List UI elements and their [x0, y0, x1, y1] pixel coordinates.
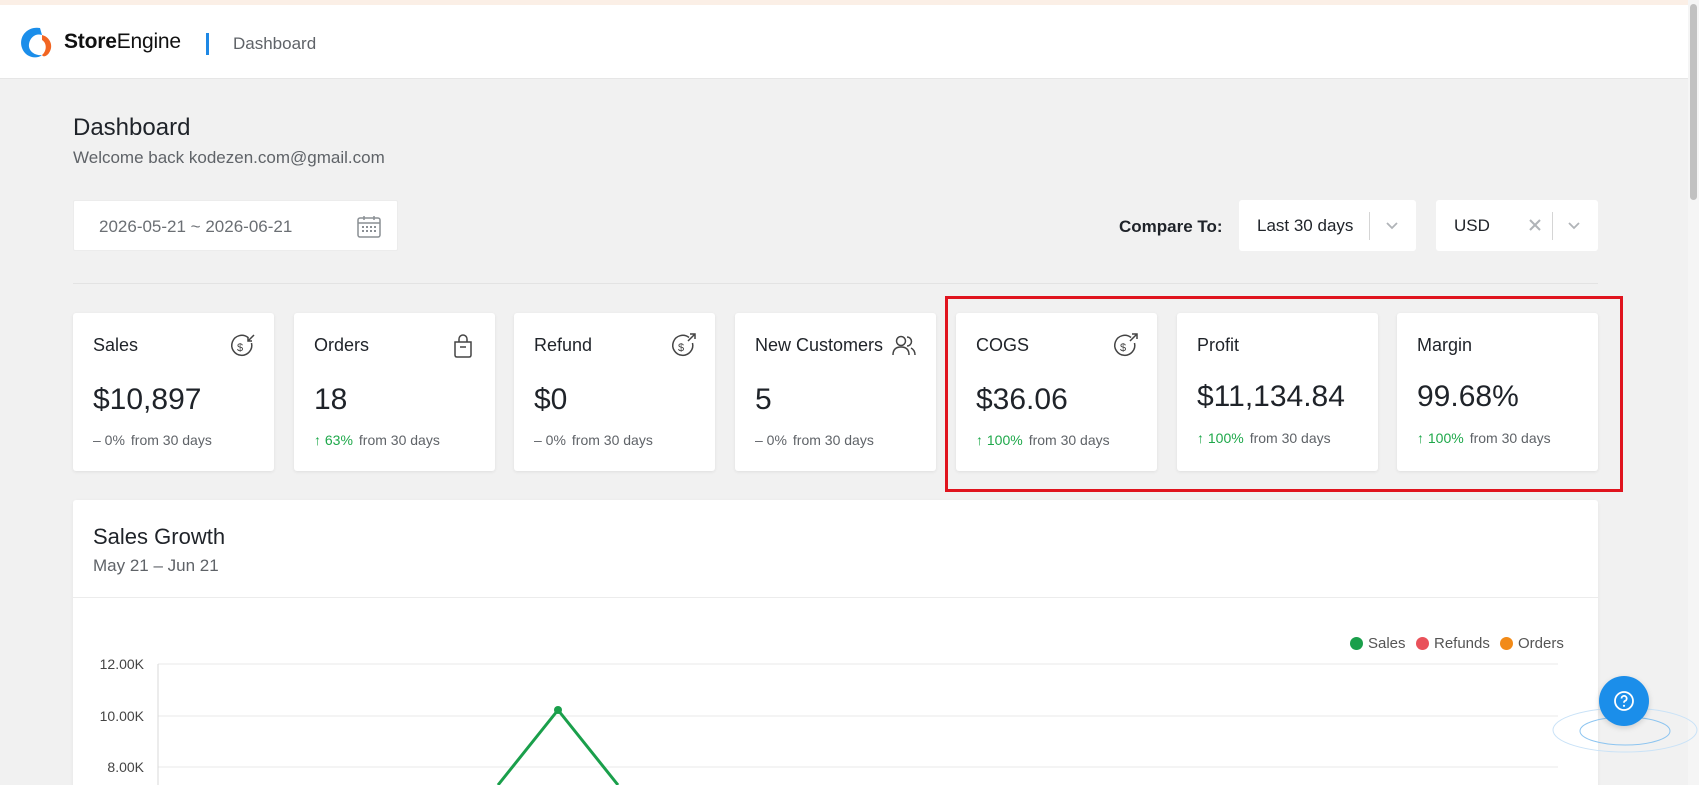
calendar-icon[interactable]: [356, 214, 382, 240]
svg-text:$: $: [678, 342, 684, 354]
header-divider: [206, 33, 209, 55]
card-value: $0: [534, 383, 568, 416]
storeengine-logo-icon[interactable]: [16, 24, 56, 64]
card-delta: – 0% from 30 days: [93, 432, 212, 448]
chevron-down-icon[interactable]: [1382, 215, 1402, 235]
card-delta: – 0% from 30 days: [534, 432, 653, 448]
dollar-in-icon: $: [231, 334, 255, 357]
panel-subtitle: May 21 – Jun 21: [93, 556, 219, 575]
chevron-down-icon[interactable]: [1564, 215, 1584, 235]
panel-divider: [73, 597, 1598, 598]
question-icon: [1614, 691, 1634, 711]
help-button[interactable]: [1599, 676, 1649, 726]
clear-icon[interactable]: [1525, 215, 1545, 235]
card-title: Sales: [93, 335, 139, 355]
compare-period-value: Last 30 days: [1257, 216, 1354, 235]
y-tick-label: 12.00K: [100, 656, 145, 672]
sales-growth-chart: 12.00K 10.00K 8.00K: [100, 656, 1558, 785]
change-value: – 0%: [93, 432, 125, 448]
card-delta: ↑ 63% from 30 days: [314, 432, 440, 448]
stat-card-refund: Refund $ $0 – 0% from 30 days: [514, 313, 715, 471]
change-value: – 0%: [534, 432, 566, 448]
stat-card-orders: Orders 18 ↑ 63% from 30 days: [294, 313, 495, 471]
sales-data-point[interactable]: [554, 706, 562, 714]
select-divider: [1369, 212, 1370, 240]
card-value: 5: [755, 383, 772, 416]
svg-text:$: $: [237, 342, 243, 354]
section-divider: [73, 283, 1598, 284]
panel-title: Sales Growth: [93, 524, 226, 549]
stat-card-new-customers: New Customers 5 – 0% from 30 days: [735, 313, 936, 471]
change-suffix: from 30 days: [358, 432, 440, 448]
currency-select[interactable]: USD: [1436, 200, 1598, 251]
card-delta: – 0% from 30 days: [755, 432, 874, 448]
card-value: $10,897: [93, 383, 202, 416]
y-tick-label: 10.00K: [100, 708, 145, 724]
card-title: Refund: [534, 335, 593, 355]
brand-name[interactable]: StoreEngine: [64, 30, 181, 54]
card-value: 18: [314, 383, 348, 416]
date-range-value: 2026-05-21 ~ 2026-06-21: [99, 217, 293, 236]
change-value: ↑ 63%: [314, 432, 353, 448]
vertical-scrollbar[interactable]: [1688, 0, 1699, 785]
card-title: Orders: [314, 335, 370, 355]
change-suffix: from 30 days: [130, 432, 212, 448]
compare-period-select[interactable]: Last 30 days: [1239, 200, 1416, 251]
change-suffix: from 30 days: [571, 432, 653, 448]
stat-card-sales: Sales $ $10,897 – 0% from 30 days: [73, 313, 274, 471]
select-divider: [1552, 212, 1553, 240]
date-range-picker[interactable]: 2026-05-21 ~ 2026-06-21: [73, 200, 398, 251]
brand-name-bold: Store: [64, 30, 117, 53]
shopping-bag-icon: [454, 334, 472, 358]
page-title: Dashboard: [73, 114, 191, 141]
brand-name-regular: Engine: [116, 30, 181, 53]
annotation-highlight-box: [945, 296, 1623, 492]
top-header: StoreEngine Dashboard: [0, 5, 1688, 79]
y-tick-label: 8.00K: [107, 759, 144, 775]
compare-to-label: Compare To:: [1119, 217, 1223, 236]
scrollbar-thumb[interactable]: [1690, 4, 1697, 200]
currency-value: USD: [1454, 216, 1490, 235]
welcome-text: Welcome back kodezen.com@gmail.com: [73, 148, 385, 167]
change-suffix: from 30 days: [792, 432, 874, 448]
users-icon: [892, 335, 916, 356]
sales-series-line: [496, 707, 620, 785]
dollar-out-icon: $: [672, 333, 696, 357]
change-value: – 0%: [755, 432, 787, 448]
card-title: New Customers: [755, 335, 884, 355]
breadcrumb[interactable]: Dashboard: [233, 34, 316, 54]
